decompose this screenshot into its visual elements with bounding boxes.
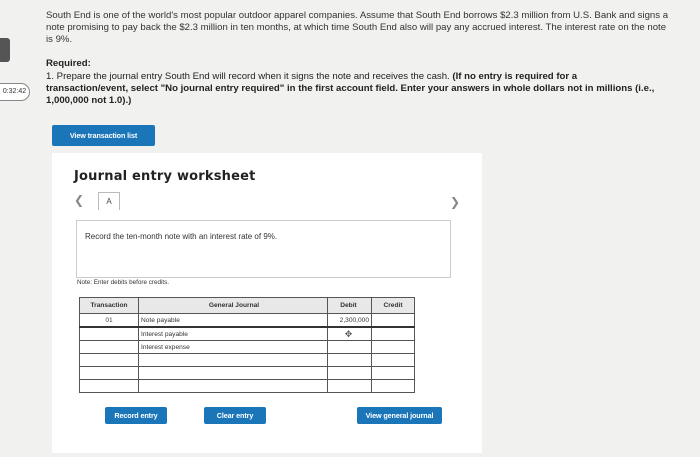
- clear-entry-button[interactable]: Clear entry: [204, 407, 266, 424]
- chevron-right-icon[interactable]: ❯: [450, 195, 460, 209]
- account-select[interactable]: [138, 366, 328, 380]
- transaction-description-box: Record the ten-month note with an intere…: [76, 220, 451, 278]
- table-row: [79, 379, 415, 393]
- table-row: Interest payable ✥: [79, 326, 415, 341]
- transaction-cell: [79, 379, 139, 393]
- debit-input[interactable]: 2,300,000: [327, 313, 372, 328]
- timer-badge: 0:32:42: [0, 83, 30, 101]
- debit-input[interactable]: [327, 340, 372, 354]
- header-debit: Debit: [327, 297, 372, 314]
- worksheet-title: Journal entry worksheet: [74, 169, 256, 184]
- journal-entry-worksheet-panel: Journal entry worksheet ❮ A ❯ Record the…: [52, 153, 482, 453]
- transaction-description: Record the ten-month note with an intere…: [85, 232, 278, 241]
- record-entry-button[interactable]: Record entry: [105, 407, 167, 424]
- account-select[interactable]: [138, 379, 328, 393]
- view-general-journal-button[interactable]: View general journal: [357, 407, 442, 424]
- transaction-cell: [79, 340, 139, 354]
- table-row: [79, 366, 415, 380]
- credit-input[interactable]: [371, 379, 415, 393]
- credit-input[interactable]: [371, 340, 415, 354]
- transaction-cell: [79, 326, 139, 341]
- credit-input[interactable]: [371, 313, 415, 328]
- transaction-cell: [79, 353, 139, 367]
- debit-input[interactable]: [327, 353, 372, 367]
- debit-input[interactable]: [327, 379, 372, 393]
- table-row: 01 Note payable 2,300,000: [79, 313, 415, 328]
- transaction-cell: [79, 366, 139, 380]
- view-transaction-list-button[interactable]: View transaction list: [52, 125, 155, 146]
- table-row: [79, 353, 415, 367]
- chevron-left-icon[interactable]: ❮: [74, 193, 84, 207]
- account-select[interactable]: [138, 353, 328, 367]
- header-credit: Credit: [371, 297, 415, 314]
- debit-input[interactable]: ✥: [327, 326, 372, 341]
- account-select[interactable]: Interest expense: [138, 340, 328, 354]
- credit-input[interactable]: [371, 366, 415, 380]
- credit-input[interactable]: [371, 353, 415, 367]
- required-text: 1. Prepare the journal entry South End w…: [46, 71, 453, 82]
- tab-a[interactable]: A: [98, 192, 120, 210]
- header-transaction: Transaction: [79, 297, 139, 314]
- move-cursor-icon: ✥: [344, 328, 353, 339]
- account-select[interactable]: Note payable: [138, 313, 328, 328]
- required-title: Required:: [46, 58, 91, 69]
- debit-credit-note: Note: Enter debits before credits.: [77, 279, 170, 286]
- credit-input[interactable]: [371, 326, 415, 341]
- journal-entry-table: Transaction General Journal Debit Credit…: [79, 297, 415, 393]
- account-select[interactable]: Interest payable: [138, 326, 328, 341]
- side-panel-tab[interactable]: [0, 38, 10, 62]
- required-instructions: 1. Prepare the journal entry South End w…: [46, 71, 661, 107]
- debit-input[interactable]: [327, 366, 372, 380]
- table-row: Interest expense: [79, 340, 415, 354]
- transaction-cell: 01: [79, 313, 139, 328]
- header-general-journal: General Journal: [138, 297, 328, 314]
- question-intro: South End is one of the world's most pop…: [46, 10, 669, 45]
